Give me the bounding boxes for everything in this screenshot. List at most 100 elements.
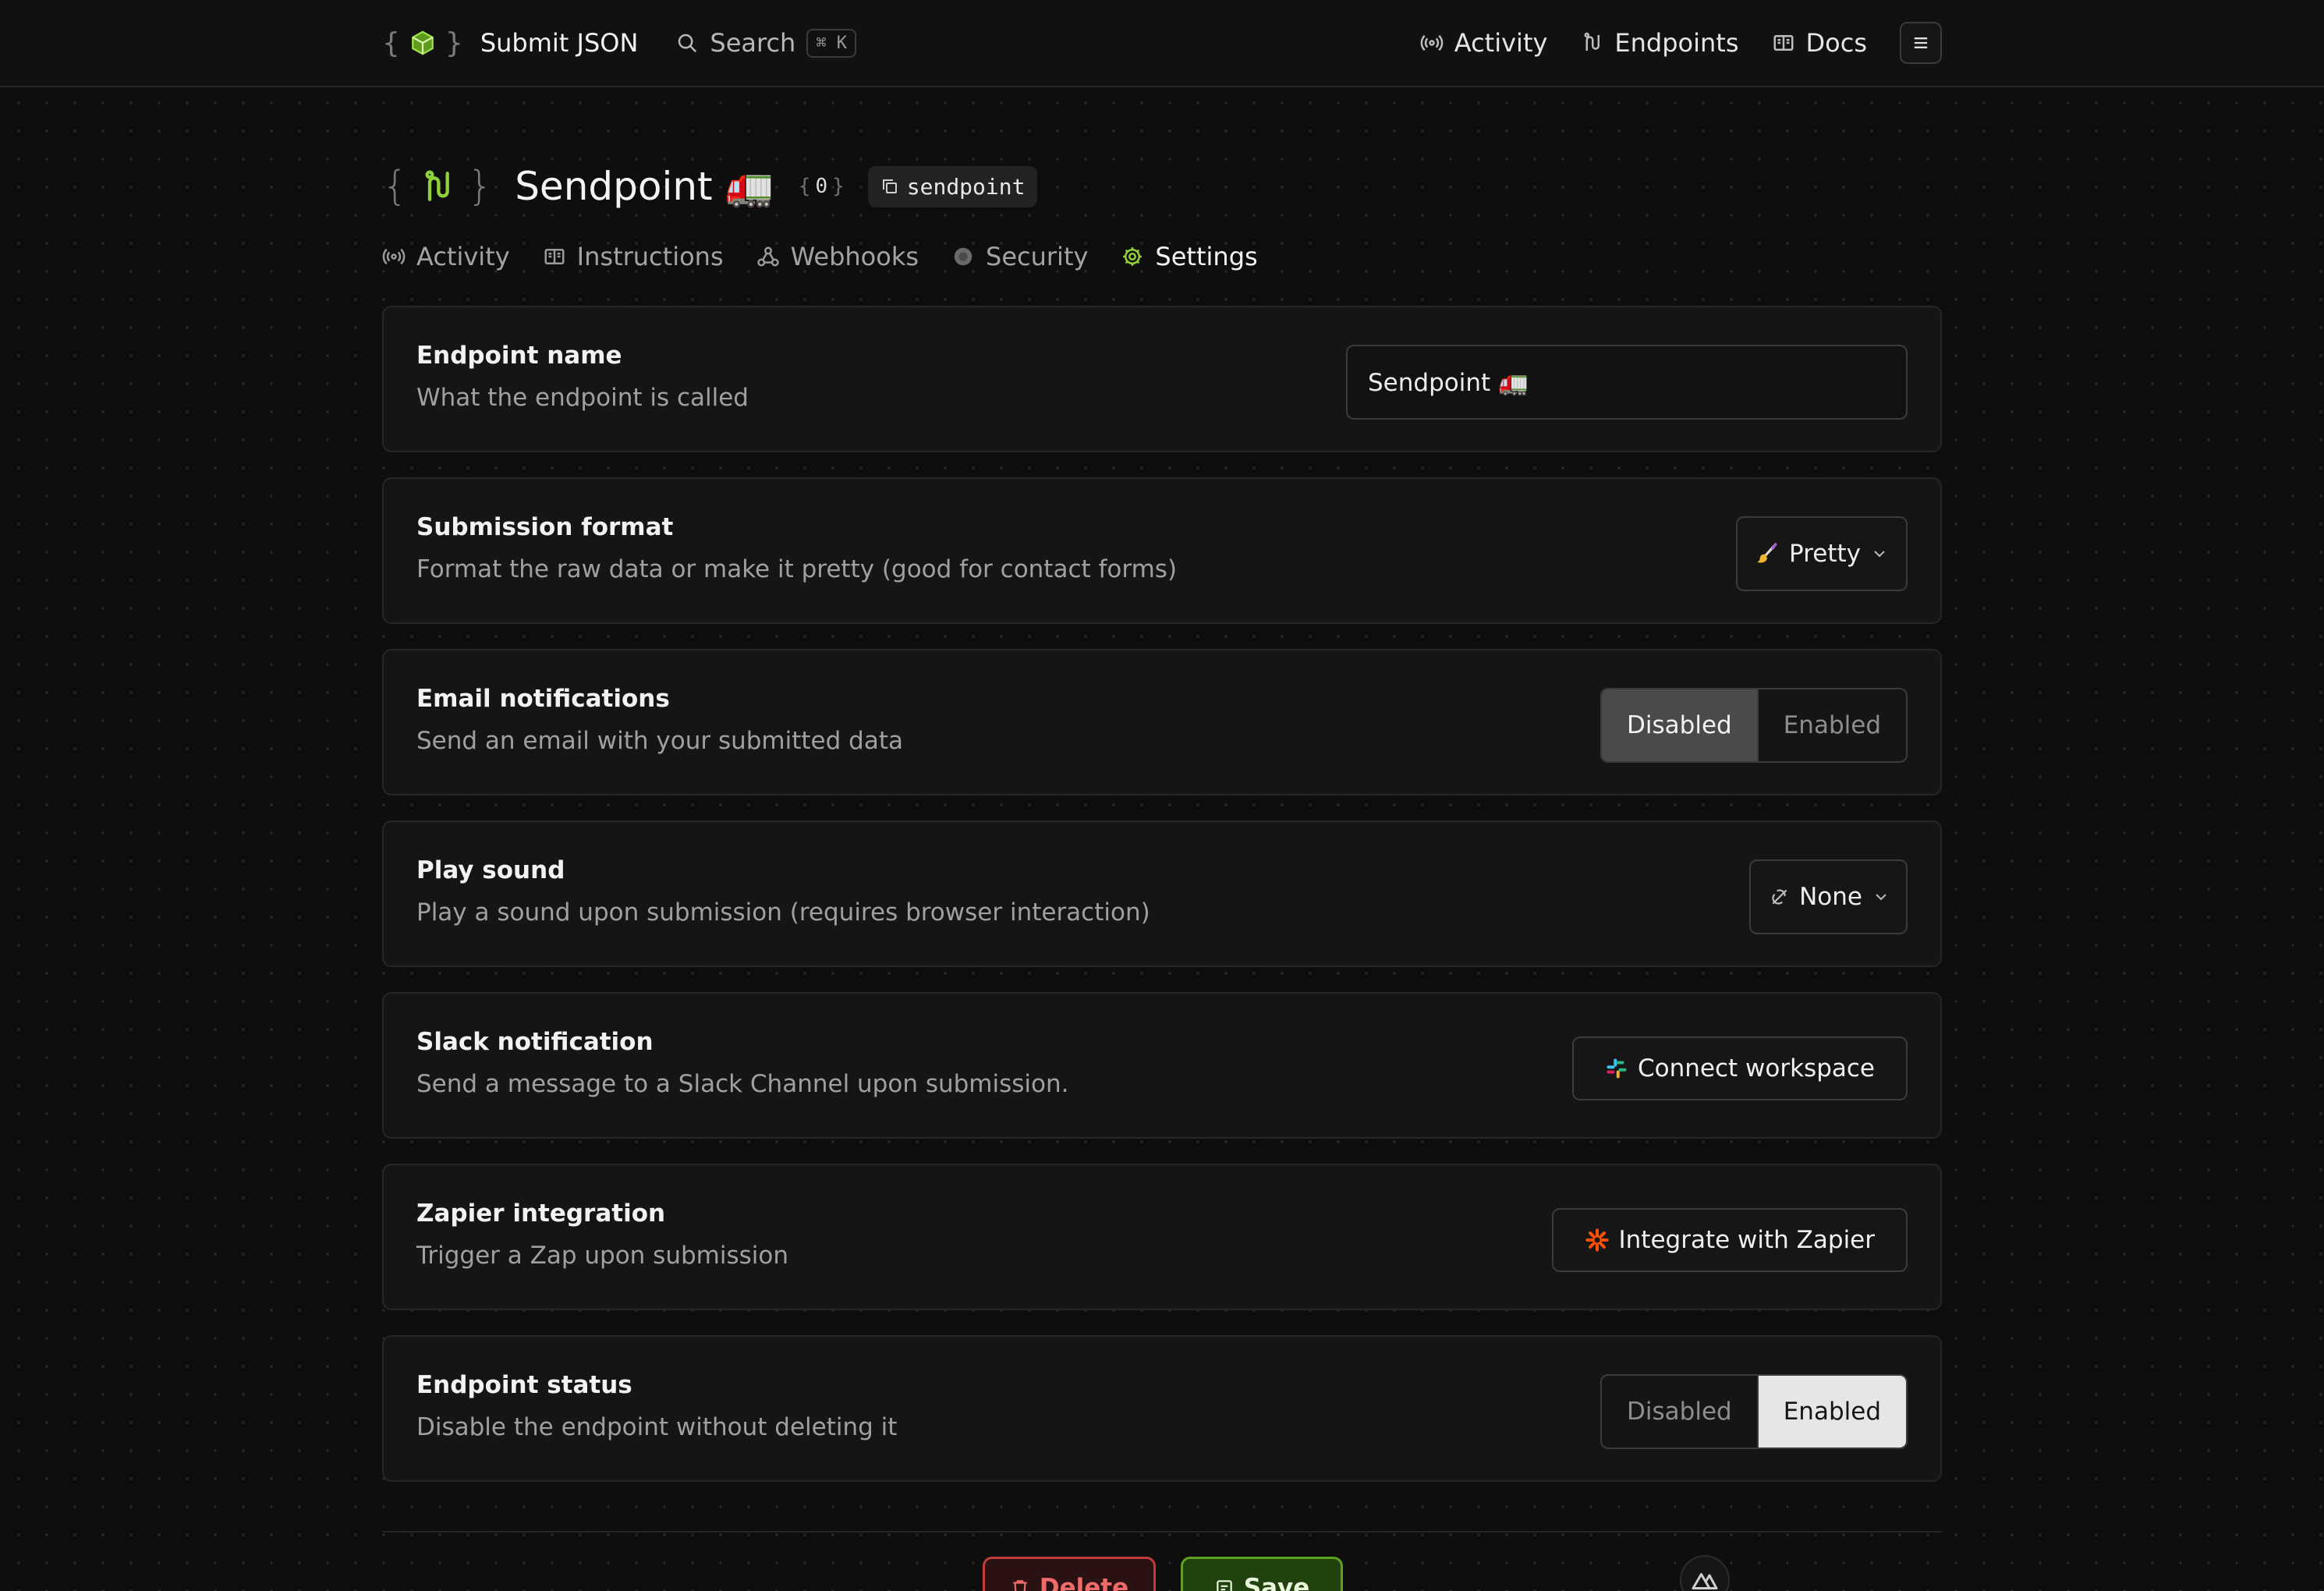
- tab-webhooks[interactable]: Webhooks: [756, 242, 919, 271]
- cube-logo-icon: [409, 30, 436, 56]
- mountain-logo-icon: [1691, 1566, 1719, 1591]
- nav-activity-label: Activity: [1454, 28, 1548, 58]
- endpoint-status-toggle: Disabled Enabled: [1600, 1374, 1908, 1449]
- tab-activity[interactable]: Activity: [382, 242, 510, 271]
- tab-settings-label: Settings: [1155, 242, 1258, 271]
- webhook-icon: [756, 245, 780, 268]
- tab-webhooks-label: Webhooks: [790, 242, 919, 271]
- nav-activity-link[interactable]: Activity: [1420, 28, 1548, 58]
- tab-instructions-label: Instructions: [576, 242, 724, 271]
- endpoint-slug: sendpoint: [906, 173, 1026, 200]
- setting-play-sound: Play sound Play a sound upon submission …: [382, 820, 1942, 967]
- nav-endpoints-link[interactable]: Endpoints: [1580, 28, 1739, 58]
- setting-description: Send a message to a Slack Channel upon s…: [416, 1070, 1069, 1098]
- nav-docs-link[interactable]: Docs: [1772, 28, 1867, 58]
- submission-count-badge: { 0 }: [799, 175, 845, 198]
- search-button[interactable]: Search ⌘ K: [675, 28, 857, 58]
- broadcast-icon: [1420, 31, 1444, 55]
- play-sound-select[interactable]: None: [1749, 859, 1908, 934]
- setting-zapier-integration: Zapier integration Trigger a Zap upon su…: [382, 1164, 1942, 1310]
- setting-label: Endpoint name: [416, 342, 622, 370]
- shield-icon: [951, 245, 975, 268]
- nav-endpoints-label: Endpoints: [1614, 28, 1739, 58]
- brand-title: Submit JSON: [480, 28, 639, 58]
- connect-slack-label: Connect workspace: [1638, 1054, 1875, 1083]
- setting-label: Zapier integration: [416, 1199, 666, 1228]
- submission-format-select[interactable]: Pretty: [1736, 516, 1908, 591]
- setting-control: None: [1749, 859, 1908, 934]
- tab-security[interactable]: Security: [951, 242, 1088, 271]
- setting-description: Play a sound upon submission (requires b…: [416, 898, 1150, 927]
- search-shortcut-badge: ⌘ K: [806, 28, 857, 58]
- count-open-brace: {: [798, 175, 811, 198]
- connect-slack-button[interactable]: Connect workspace: [1572, 1036, 1908, 1100]
- broadcast-icon: [382, 245, 406, 268]
- main-menu-button[interactable]: [1900, 22, 1942, 64]
- devtools-badge[interactable]: [1680, 1555, 1730, 1591]
- submission-format-value: Pretty: [1789, 540, 1861, 568]
- integrate-zapier-label: Integrate with Zapier: [1618, 1226, 1875, 1254]
- save-label: Save: [1243, 1574, 1310, 1591]
- setting-control: Integrate with Zapier: [1551, 1203, 1908, 1277]
- top-navigation-bar: { } Submit JSON Search ⌘ K Activity Endp…: [0, 0, 2324, 87]
- setting-label: Play sound: [416, 856, 565, 884]
- setting-slack-notification: Slack notification Send a message to a S…: [382, 992, 1942, 1139]
- setting-label: Endpoint status: [416, 1371, 632, 1399]
- setting-endpoint-status: Endpoint status Disable the endpoint wit…: [382, 1335, 1942, 1482]
- tab-activity-label: Activity: [416, 242, 510, 271]
- email-disabled-option[interactable]: Disabled: [1602, 689, 1757, 761]
- play-sound-value: None: [1799, 883, 1862, 911]
- endpoints-icon: [1580, 31, 1603, 55]
- search-label: Search: [710, 28, 796, 58]
- integrate-zapier-button[interactable]: Integrate with Zapier: [1551, 1208, 1908, 1272]
- setting-label: Slack notification: [416, 1028, 654, 1056]
- nav-docs-label: Docs: [1805, 28, 1867, 58]
- setting-email-notifications: Email notifications Send an email with y…: [382, 649, 1942, 796]
- setting-description: What the endpoint is called: [416, 384, 749, 412]
- setting-submission-format: Submission format Format the raw data or…: [382, 477, 1942, 624]
- delete-button[interactable]: Delete: [983, 1557, 1156, 1591]
- gear-icon: [1121, 245, 1144, 268]
- save-icon: [1214, 1578, 1235, 1591]
- count-close-brace: }: [832, 175, 845, 198]
- status-enabled-option[interactable]: Enabled: [1756, 1376, 1906, 1447]
- endpoint-tabs: Activity Instructions Webhooks Security: [382, 236, 1258, 278]
- endpoint-open-brace: {: [382, 163, 409, 210]
- endpoint-name-input[interactable]: [1346, 345, 1908, 420]
- top-left-group: { } Submit JSON Search ⌘ K: [382, 27, 857, 59]
- zapier-icon: [1585, 1228, 1610, 1253]
- setting-control: Pretty: [1736, 516, 1908, 591]
- setting-control: Disabled Enabled: [1600, 688, 1908, 763]
- top-right-group: Activity Endpoints Docs: [1420, 22, 1942, 64]
- email-enabled-option[interactable]: Enabled: [1756, 689, 1906, 761]
- tab-settings[interactable]: Settings: [1121, 242, 1258, 271]
- tab-instructions[interactable]: Instructions: [543, 242, 724, 271]
- submission-count: 0: [815, 175, 828, 198]
- brand-link[interactable]: { } Submit JSON: [382, 27, 638, 59]
- slack-icon: [1605, 1057, 1628, 1080]
- brand-open-brace: {: [382, 27, 400, 59]
- footer-divider: [382, 1531, 1942, 1533]
- endpoint-close-brace: }: [467, 163, 494, 210]
- endpoint-title: Sendpoint 🚛: [515, 163, 774, 209]
- email-notifications-toggle: Disabled Enabled: [1600, 688, 1908, 763]
- setting-description: Send an email with your submitted data: [416, 727, 903, 755]
- setting-label: Submission format: [416, 513, 674, 541]
- setting-control: Connect workspace: [1572, 1031, 1908, 1106]
- sound-off-icon: [1770, 887, 1790, 907]
- save-button[interactable]: Save: [1181, 1557, 1343, 1591]
- endpoint-header: { } Sendpoint 🚛 { 0 } sendpoint: [382, 159, 1038, 214]
- setting-control: [1346, 345, 1908, 420]
- copy-slug-button[interactable]: sendpoint: [867, 165, 1038, 207]
- setting-label: Email notifications: [416, 685, 670, 713]
- search-icon: [675, 31, 699, 55]
- setting-control: Disabled Enabled: [1600, 1374, 1908, 1449]
- status-disabled-option[interactable]: Disabled: [1602, 1376, 1757, 1447]
- brand-close-brace: }: [445, 27, 463, 59]
- book-icon: [543, 245, 566, 268]
- hamburger-menu-icon: [1910, 32, 1932, 54]
- chevron-down-icon: [1872, 888, 1890, 906]
- setting-endpoint-name: Endpoint name What the endpoint is calle…: [382, 306, 1942, 452]
- chevron-down-icon: [1870, 544, 1889, 563]
- setting-description: Format the raw data or make it pretty (g…: [416, 555, 1178, 583]
